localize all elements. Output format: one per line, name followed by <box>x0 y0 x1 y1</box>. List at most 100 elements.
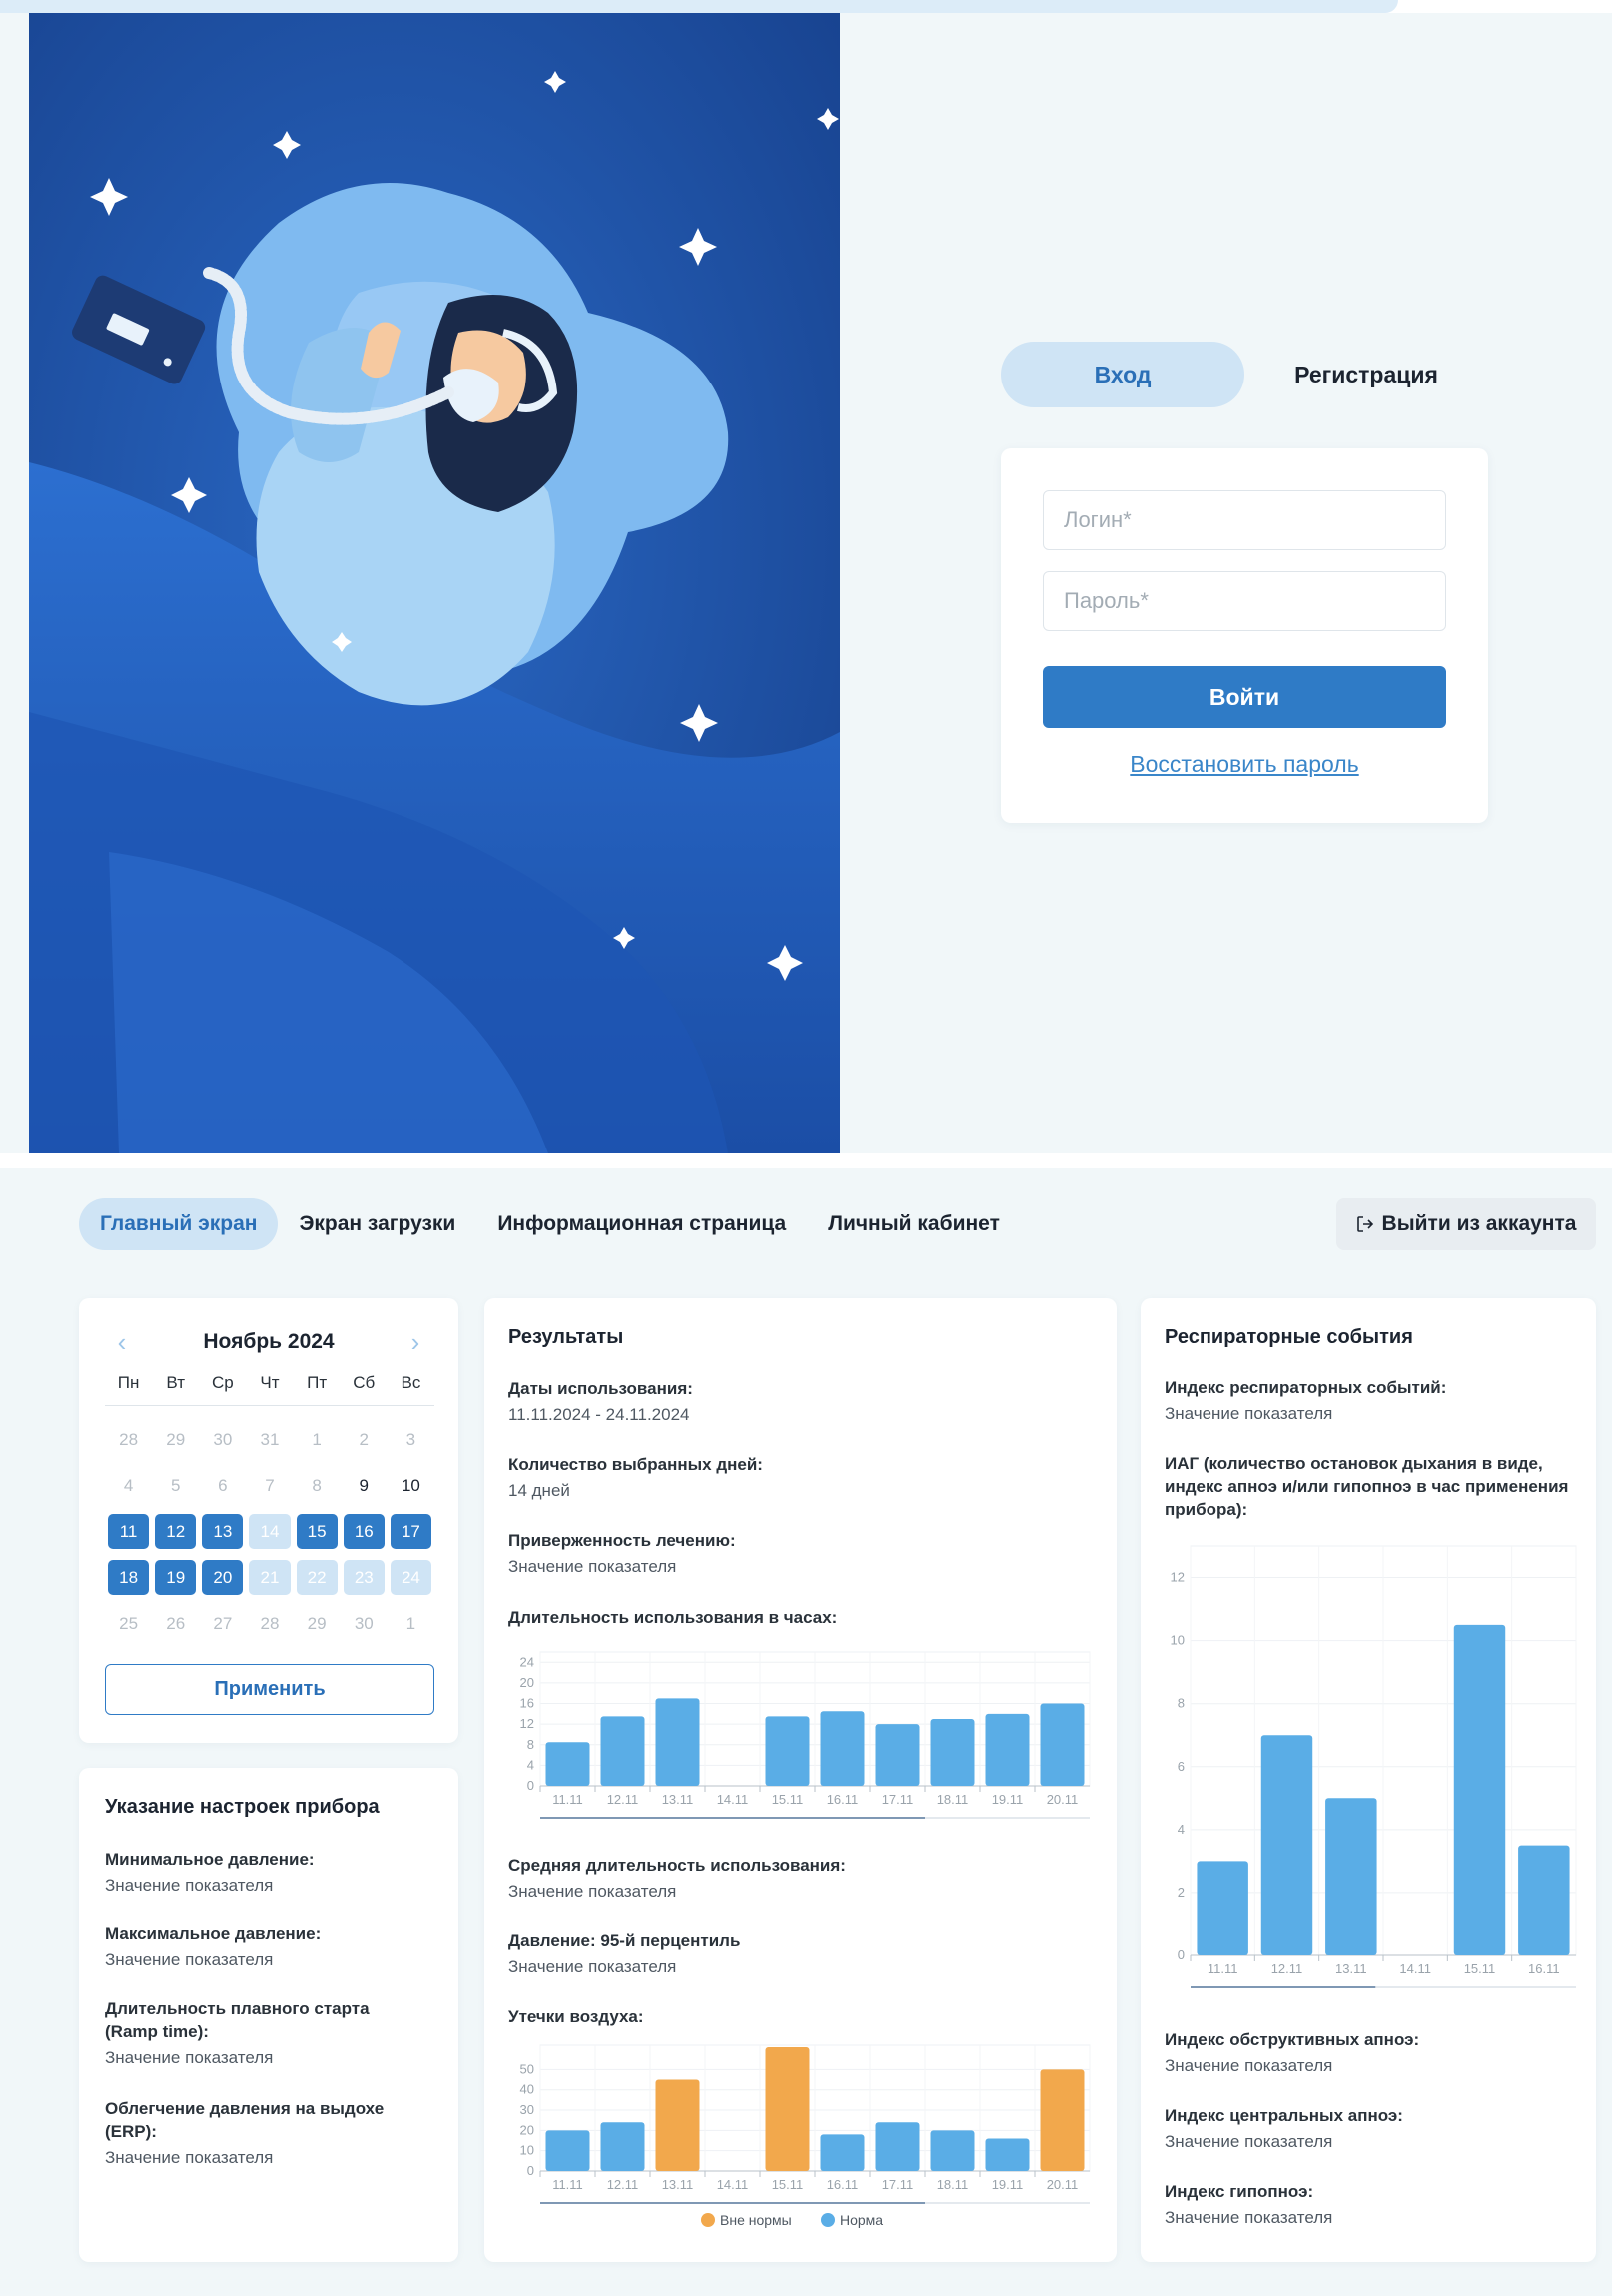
setting-value: Значение показателя <box>105 2048 274 2067</box>
bar[interactable] <box>985 1713 1030 1786</box>
calendar-day[interactable]: 2 <box>344 1422 385 1457</box>
bar[interactable] <box>1040 1703 1085 1786</box>
restore-password-link[interactable]: Восстановить пароль <box>1001 751 1488 778</box>
calendar-day[interactable]: 18 <box>108 1560 150 1595</box>
nav-item-info[interactable]: Информационная страница <box>476 1198 807 1250</box>
y-tick-label: 10 <box>520 2143 534 2158</box>
calendar-day[interactable]: 3 <box>391 1422 431 1457</box>
calendar-day[interactable]: 13 <box>202 1514 244 1549</box>
logout-button[interactable]: Выйти из аккаунта <box>1336 1198 1596 1250</box>
calendar-day[interactable]: 16 <box>343 1514 385 1549</box>
calendar-day[interactable]: 8 <box>297 1468 338 1503</box>
calendar-day[interactable]: 26 <box>155 1606 196 1641</box>
login-input[interactable] <box>1043 490 1446 550</box>
days-count-value: 14 дней <box>508 1481 570 1500</box>
nav-item-main[interactable]: Главный экран <box>79 1198 279 1250</box>
tab-login[interactable]: Вход <box>1001 342 1244 407</box>
calendar-day[interactable]: 15 <box>296 1514 338 1549</box>
calendar-day[interactable]: 28 <box>249 1606 290 1641</box>
respiratory-events-card: Респираторные события Индекс респираторн… <box>1141 1298 1596 2262</box>
bar[interactable] <box>545 1742 590 1786</box>
calendar-day[interactable]: 1 <box>297 1422 338 1457</box>
bar[interactable] <box>1453 1624 1506 1955</box>
calendar-month-title: Ноябрь 2024 <box>203 1330 335 1353</box>
chevron-right-icon[interactable]: › <box>401 1328 430 1358</box>
bar[interactable] <box>765 1716 810 1786</box>
bar[interactable] <box>820 2134 865 2171</box>
hypopnea-label: Индекс гипопноэ: <box>1165 2182 1314 2201</box>
bar[interactable] <box>930 1719 975 1786</box>
bar[interactable] <box>820 1711 865 1786</box>
x-tick-label: 13.11 <box>662 1792 694 1807</box>
setting-label: Облегчение давления на выдохе (ERP): <box>105 2099 385 2141</box>
calendar-day[interactable]: 9 <box>344 1468 385 1503</box>
x-tick-label: 15.11 <box>772 2177 804 2192</box>
calendar-day[interactable]: 21 <box>249 1560 291 1595</box>
calendar-day[interactable]: 22 <box>296 1560 338 1595</box>
adherence: Приверженность лечению: Значение показат… <box>508 1529 736 1578</box>
calendar-day[interactable]: 5 <box>155 1468 196 1503</box>
nav-item-account[interactable]: Личный кабинет <box>807 1198 1021 1250</box>
password-input[interactable] <box>1043 571 1446 631</box>
legend-label: Норма <box>840 2212 883 2228</box>
weekday-label: Пн <box>117 1373 140 1392</box>
bar[interactable] <box>875 2122 920 2171</box>
calendar-day[interactable]: 31 <box>249 1422 290 1457</box>
ahi-label: ИАГ (количество остановок дыхания в виде… <box>1165 1454 1569 1519</box>
bar[interactable] <box>1197 1861 1248 1955</box>
weekday-label: Пт <box>307 1373 328 1392</box>
adherence-label: Приверженность лечению: <box>508 1531 736 1550</box>
calendar-day[interactable]: 20 <box>202 1560 244 1595</box>
calendar-day[interactable]: 14 <box>249 1514 291 1549</box>
calendar-day[interactable]: 10 <box>391 1468 431 1503</box>
illustration-image <box>29 13 840 1153</box>
main-nav: Главный экран Экран загрузки Информацион… <box>79 1198 1021 1250</box>
calendar-day[interactable]: 29 <box>297 1606 338 1641</box>
bar[interactable] <box>600 2122 645 2171</box>
y-tick-label: 0 <box>527 1778 534 1793</box>
calendar-day[interactable]: 24 <box>390 1560 431 1595</box>
chevron-left-icon[interactable]: ‹ <box>107 1328 137 1358</box>
bar[interactable] <box>1260 1735 1313 1955</box>
central-value: Значение показателя <box>1165 2132 1333 2151</box>
tab-register[interactable]: Регистрация <box>1244 342 1488 407</box>
bar[interactable] <box>930 2130 975 2171</box>
calendar-day[interactable]: 19 <box>155 1560 197 1595</box>
calendar-day[interactable]: 12 <box>155 1514 197 1549</box>
legend-swatch <box>821 2213 835 2227</box>
x-tick-label: 16.11 <box>1528 1961 1560 1976</box>
x-tick-label: 19.11 <box>992 1792 1024 1807</box>
days-count: Количество выбранных дней: 14 дней <box>508 1453 763 1502</box>
calendar-day[interactable]: 17 <box>390 1514 431 1549</box>
bar[interactable] <box>985 2138 1030 2171</box>
bar[interactable] <box>655 2079 700 2171</box>
calendar-day[interactable]: 6 <box>202 1468 243 1503</box>
calendar-day[interactable]: 28 <box>108 1422 149 1457</box>
bar[interactable] <box>1518 1845 1570 1955</box>
ahi-heading: ИАГ (количество остановок дыхания в виде… <box>1165 1452 1574 1521</box>
bar[interactable] <box>655 1698 700 1786</box>
bar[interactable] <box>1040 2069 1085 2171</box>
calendar-day[interactable]: 4 <box>108 1468 149 1503</box>
calendar-day[interactable]: 30 <box>344 1606 385 1641</box>
calendar-day[interactable]: 27 <box>202 1606 243 1641</box>
calendar-day[interactable]: 23 <box>343 1560 385 1595</box>
calendar-day[interactable]: 29 <box>155 1422 196 1457</box>
obstructive-label: Индекс обструктивных апноэ: <box>1165 2030 1420 2049</box>
bar[interactable] <box>545 2130 590 2171</box>
setting-value: Значение показателя <box>105 1876 274 1895</box>
bar[interactable] <box>765 2047 810 2171</box>
bar[interactable] <box>600 1716 645 1786</box>
bar[interactable] <box>1325 1798 1377 1955</box>
x-tick-label: 12.11 <box>607 1792 639 1807</box>
bar[interactable] <box>875 1724 920 1786</box>
calendar-day[interactable]: 1 <box>391 1606 431 1641</box>
setting-ramp-time: Длительность плавного старта (Ramp time)… <box>105 1997 404 2069</box>
calendar-day[interactable]: 11 <box>108 1514 150 1549</box>
calendar-day[interactable]: 25 <box>108 1606 149 1641</box>
calendar-day[interactable]: 30 <box>202 1422 243 1457</box>
calendar-day[interactable]: 7 <box>249 1468 290 1503</box>
apply-button[interactable]: Применить <box>105 1664 434 1715</box>
submit-login-button[interactable]: Войти <box>1043 666 1446 728</box>
nav-item-upload[interactable]: Экран загрузки <box>278 1198 476 1250</box>
